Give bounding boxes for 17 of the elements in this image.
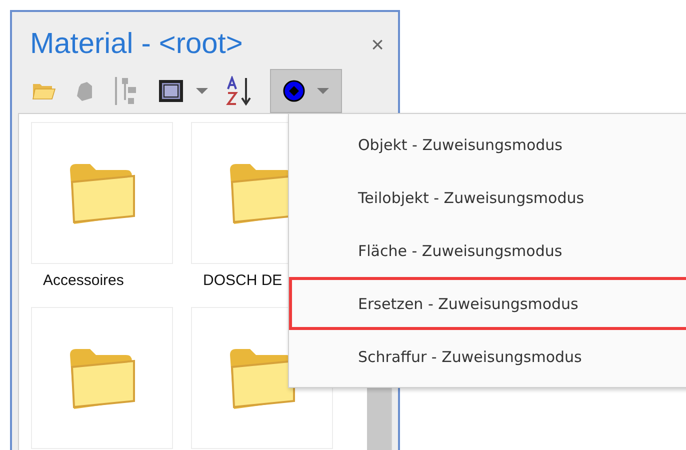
folder-thumbnail[interactable] [31, 122, 173, 264]
caret-icon [317, 87, 329, 95]
folder-label: Accessoires [43, 272, 124, 289]
mode-tool-button[interactable] [270, 69, 342, 113]
close-button[interactable]: × [367, 32, 388, 58]
menu-item[interactable]: Objekt - Zuweisungsmodus [289, 118, 686, 171]
menu-item[interactable]: Teilobjekt - Zuweisungsmodus [289, 171, 686, 224]
folder-icon [32, 81, 56, 101]
folder-label: DOSCH DE [203, 272, 282, 289]
target-icon [283, 80, 305, 102]
menu-item[interactable]: Ersetzen - Zuweisungsmodus [289, 277, 686, 330]
caret-icon [196, 87, 208, 95]
menu-item[interactable]: Fläche - Zuweisungsmodus [289, 224, 686, 277]
panel-title: Material - <root> [30, 28, 243, 61]
frame-icon [158, 79, 184, 103]
menu-item[interactable]: Schraffur - Zuweisungsmodus [289, 330, 686, 383]
folder-thumbnail[interactable] [31, 307, 173, 449]
